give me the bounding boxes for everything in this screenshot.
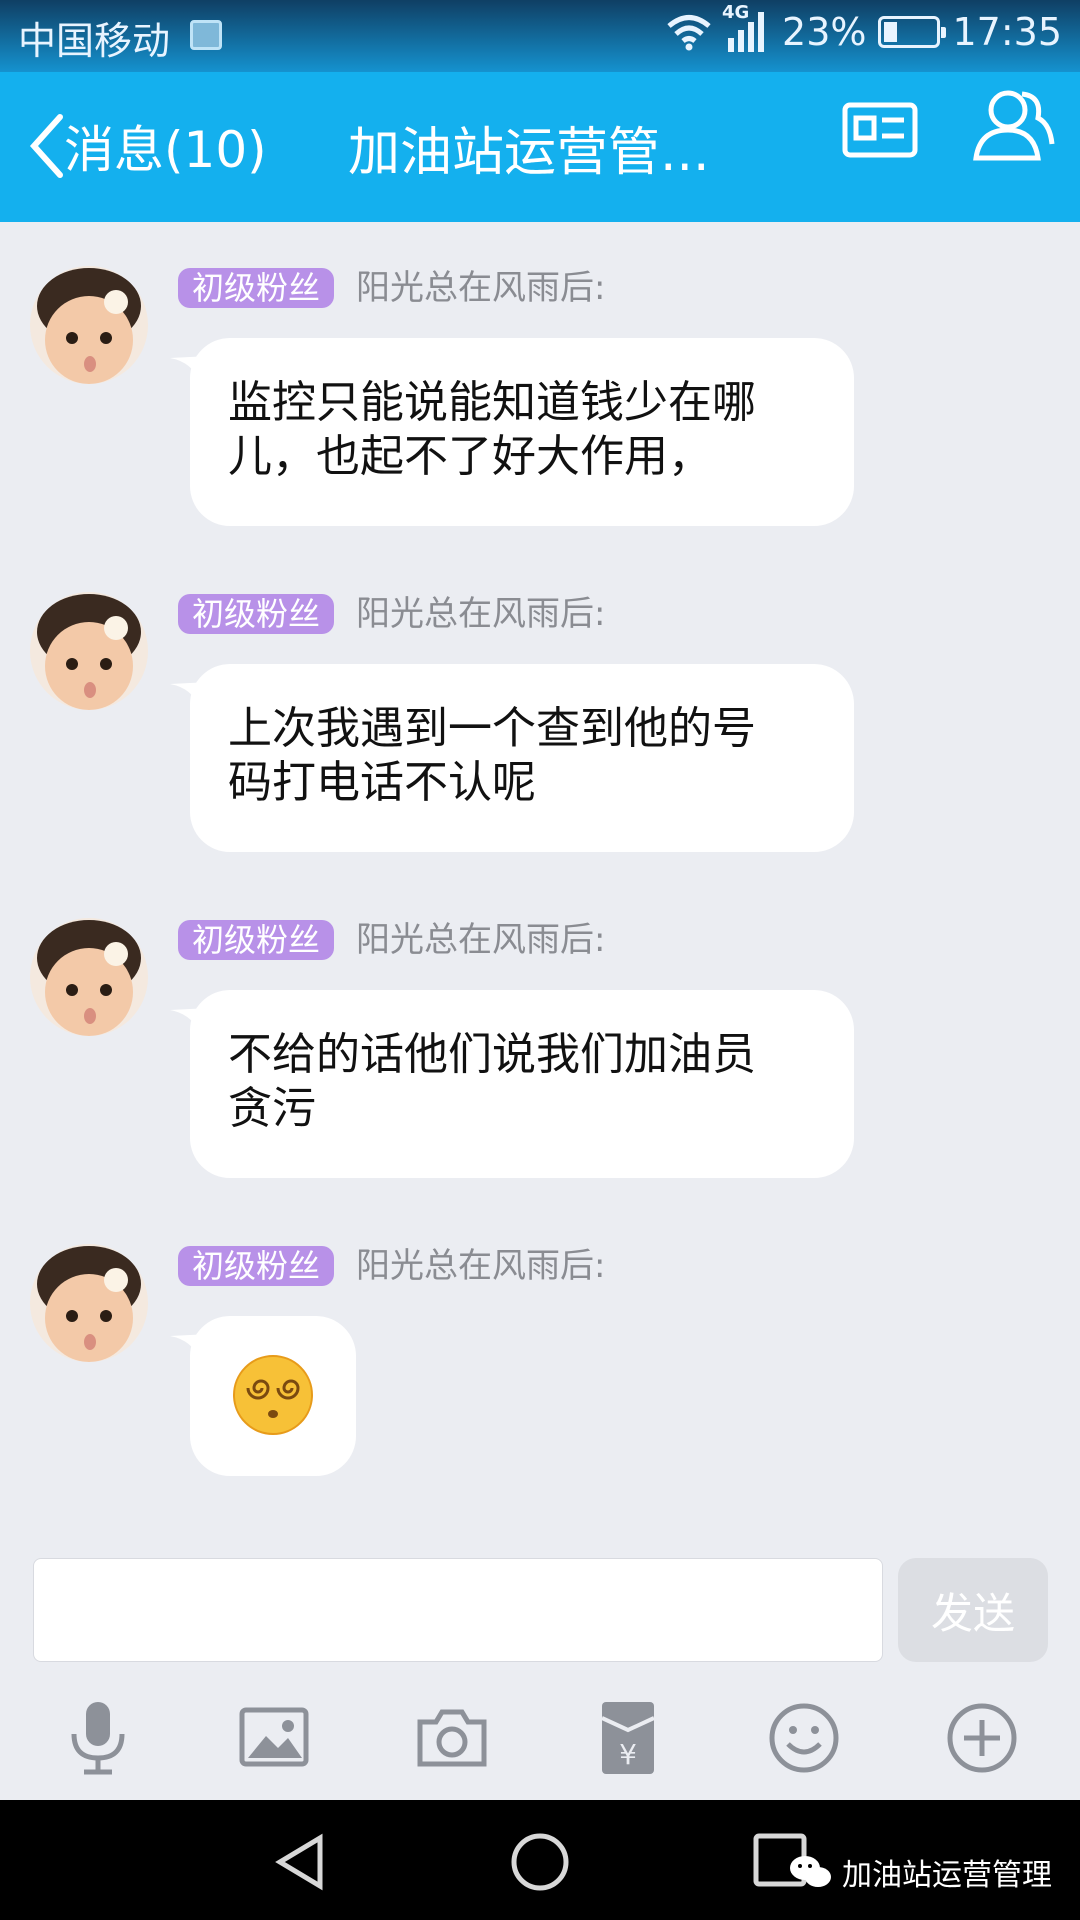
avatar[interactable]	[30, 1244, 148, 1362]
message-line: 不给的话他们说我们加油员	[228, 1029, 756, 1080]
input-area: 发送 ¥	[0, 1538, 1080, 1800]
signal-icon: 4G	[722, 2, 770, 54]
message-bubble[interactable]: 不给的话他们说我们加油员 贪污	[190, 990, 854, 1178]
watermark: 加油站运营管理	[788, 1850, 1052, 1894]
dizzy-face-emoji	[233, 1355, 313, 1435]
avatar[interactable]	[30, 266, 148, 384]
image-icon[interactable]	[234, 1698, 314, 1778]
fan-level-badge: 初级粉丝	[178, 268, 335, 308]
plus-icon[interactable]	[942, 1698, 1022, 1778]
message-bubble[interactable]	[190, 1316, 356, 1476]
system-nav-bar: 加油站运营管理	[0, 1800, 1080, 1920]
smiley-icon[interactable]	[764, 1698, 844, 1778]
chat-header: 消息(10) 加油站运营管...	[0, 72, 1080, 222]
network-type: 4G	[722, 2, 750, 23]
sender-name: 阳光总在风雨后:	[356, 1246, 606, 1286]
wechat-icon	[790, 1856, 831, 1887]
fan-level-badge: 初级粉丝	[178, 1246, 335, 1286]
carrier-name: 中国移动	[18, 19, 171, 63]
back-button[interactable]: 消息(10)	[28, 110, 267, 182]
sender-name: 阳光总在风雨后:	[356, 920, 606, 960]
sender-name: 阳光总在风雨后:	[356, 268, 606, 308]
red-packet-icon[interactable]: ¥	[588, 1698, 668, 1778]
nav-home-icon[interactable]	[510, 1832, 570, 1892]
avatar[interactable]	[30, 592, 148, 710]
message-line: 贪污	[228, 1083, 316, 1134]
message-line: 儿，也起不了好大作用，	[228, 431, 712, 482]
camera-icon[interactable]	[412, 1698, 492, 1778]
group-members-icon[interactable]	[972, 84, 1056, 164]
battery-icon	[878, 16, 947, 48]
chat-title: 加油站运营管...	[348, 123, 710, 183]
input-toolbar: ¥	[0, 1698, 1080, 1778]
sender-name: 阳光总在风雨后:	[356, 594, 606, 634]
message-input[interactable]	[33, 1558, 883, 1662]
profile-card-icon[interactable]	[842, 102, 918, 158]
message-bubble[interactable]: 上次我遇到一个查到他的号 码打电话不认呢	[190, 664, 854, 852]
message-bubble[interactable]: 监控只能说能知道钱少在哪 儿，也起不了好大作用，	[190, 338, 854, 526]
watermark-text: 加油站运营管理	[842, 1858, 1052, 1893]
clock: 17:35	[952, 10, 1062, 54]
message-line: 上次我遇到一个查到他的号	[228, 703, 756, 754]
message-line: 监控只能说能知道钱少在哪	[228, 377, 756, 428]
gallery-notification-icon	[190, 20, 222, 50]
microphone-icon[interactable]	[58, 1698, 138, 1778]
svg-text:¥: ¥	[619, 1738, 637, 1771]
fan-level-badge: 初级粉丝	[178, 920, 335, 960]
send-button[interactable]: 发送	[898, 1558, 1048, 1662]
top-bar: 中国移动 4G 23% 17:35 消息(10) 加油站运营管...	[0, 0, 1080, 222]
message-line: 码打电话不认呢	[228, 757, 536, 808]
wifi-icon	[667, 15, 711, 51]
nav-back-icon[interactable]	[272, 1832, 328, 1892]
chevron-left-icon	[29, 114, 63, 178]
battery-percent: 23%	[782, 10, 867, 54]
back-label: 消息(10)	[64, 121, 267, 179]
fan-level-badge: 初级粉丝	[178, 594, 335, 634]
avatar[interactable]	[30, 918, 148, 1036]
status-bar: 中国移动 4G 23% 17:35	[0, 0, 1080, 72]
